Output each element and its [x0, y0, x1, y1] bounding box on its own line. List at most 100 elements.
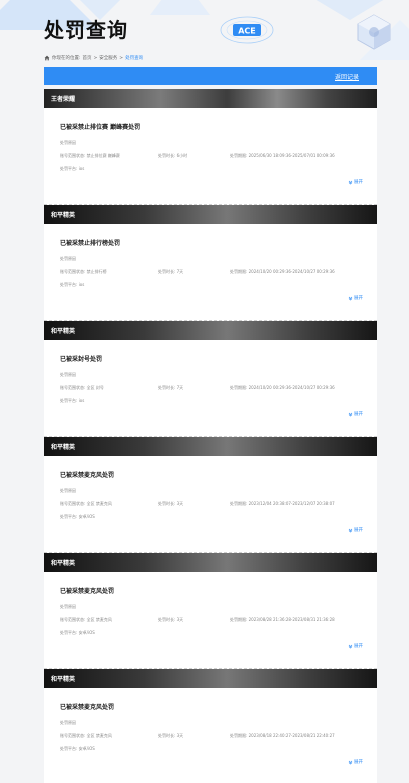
period-value: 2024/10/20 00:29:36-2024/10/27 00:29:36 — [248, 269, 335, 274]
platform-label: 处罚平台: — [60, 398, 78, 403]
chevron-down-icon — [348, 180, 353, 184]
platform-value: ios — [78, 398, 85, 403]
period-value: 2023/12/04 20:38:07-2023/12/07 20:38:07 — [248, 501, 335, 506]
punishment-reason-label: 处罚原因 — [60, 604, 76, 609]
platform: 处罚平台: ios — [60, 166, 84, 172]
period-value: 2025/06/30 18:09:36-2025/07/01 00:09:36 — [248, 153, 335, 158]
home-icon — [44, 55, 50, 61]
breadcrumb-separator: > — [119, 55, 124, 61]
platform: 处罚平台: 安卓/iOS — [60, 514, 95, 520]
account-scope: 账号范围状态: 全区 禁麦克风 — [60, 617, 112, 623]
account-scope: 账号范围状态: 禁止排行榜 — [60, 269, 107, 275]
punishment-title: 已被采禁止排位赛 巅峰赛处罚 — [60, 124, 141, 131]
period-label: 处罚期限: — [230, 733, 248, 738]
card-body: 已被采禁麦克风处罚 处罚原因 账号范围状态: 全区 禁麦克风 处罚时长: 3天 … — [44, 688, 377, 783]
punishment-card: 和平精英 已被采禁麦克风处罚 处罚原因 账号范围状态: 全区 禁麦克风 处罚时长… — [44, 553, 377, 669]
expand-button[interactable]: 展开 — [348, 411, 363, 417]
period: 处罚期限: 2025/06/30 18:09:36-2025/07/01 00:… — [230, 153, 335, 159]
game-banner: 王者荣耀 — [44, 89, 377, 108]
expand-button[interactable]: 展开 — [348, 759, 363, 765]
breadcrumb-current: 处罚查询 — [125, 56, 144, 61]
game-name: 和平精英 — [51, 560, 76, 567]
game-name: 和平精英 — [51, 676, 76, 683]
game-name: 王者荣耀 — [51, 96, 76, 103]
card-body: 已被采禁止排行榜处罚 处罚原因 账号范围状态: 禁止排行榜 处罚时长: 7天 处… — [44, 224, 377, 321]
expand[interactable]: 展开 — [354, 411, 363, 417]
duration-label: 处罚时长: — [158, 385, 176, 390]
game-banner: 和平精英 — [44, 205, 377, 224]
account-value: 全区 封号 — [86, 385, 104, 390]
breadcrumb: 你现在的位置: 首页 > 安全服务 > 处罚查询 — [44, 55, 143, 61]
period-value: 2023/08/18 22:40:27-2023/08/21 22:40:27 — [248, 733, 335, 738]
expand[interactable]: 展开 — [354, 527, 363, 533]
duration-label: 处罚时长: — [158, 269, 176, 274]
period: 处罚期限: 2024/10/20 00:29:36-2024/10/27 00:… — [230, 269, 335, 275]
platform-label: 处罚平台: — [60, 282, 78, 287]
expand[interactable]: 展开 — [354, 643, 363, 649]
punishment-card: 和平精英 已被采禁麦克风处罚 处罚原因 账号范围状态: 全区 禁麦克风 处罚时长… — [44, 437, 377, 553]
game-name: 和平精英 — [51, 328, 76, 335]
breadcrumb-home[interactable]: 首页 — [83, 55, 92, 61]
account-value: 禁止排位赛 巅峰赛 — [86, 153, 120, 158]
duration: 处罚时长: 6小时 — [158, 153, 187, 159]
duration-label: 处罚时长: — [158, 501, 176, 506]
account-label: 账号范围状态: — [60, 385, 86, 390]
duration: 处罚时长: 7天 — [158, 385, 183, 391]
expand-button[interactable]: 展开 — [348, 643, 363, 649]
expand[interactable]: 展开 — [354, 759, 363, 765]
duration-value: 7天 — [176, 385, 184, 390]
period: 处罚期限: 2023/08/28 21:36:28-2023/08/31 21:… — [230, 617, 335, 623]
punishment-card: 和平精英 已被采禁麦克风处罚 处罚原因 账号范围状态: 全区 禁麦克风 处罚时长… — [44, 669, 377, 783]
punishment-card: 王者荣耀 已被采禁止排位赛 巅峰赛处罚 处罚原因 账号范围状态: 禁止排位赛 巅… — [44, 89, 377, 205]
back-link[interactable]: 返回记录 — [335, 72, 359, 81]
punishment-title: 已被采禁止排行榜处罚 — [60, 240, 121, 247]
expand-button[interactable]: 展开 — [348, 295, 363, 301]
punishment-reason-label: 处罚原因 — [60, 720, 76, 725]
game-banner: 和平精英 — [44, 669, 377, 688]
platform: 处罚平台: ios — [60, 398, 84, 404]
period: 处罚期限: 2024/10/20 00:29:36-2024/10/27 00:… — [230, 385, 335, 391]
chevron-down-icon — [348, 296, 353, 300]
platform: 处罚平台: ios — [60, 282, 84, 288]
chevron-down-icon — [348, 412, 353, 416]
platform-value: 安卓/iOS — [78, 746, 95, 751]
expand[interactable]: 展开 — [354, 179, 363, 185]
toolbar-bar: 返回记录 — [44, 67, 377, 85]
chevron-down-icon — [348, 760, 353, 764]
expand[interactable]: 展开 — [354, 295, 363, 301]
period-label: 处罚期限: — [230, 269, 248, 274]
account-value: 全区 禁麦克风 — [86, 501, 112, 506]
punishment-reason-label: 处罚原因 — [60, 488, 76, 493]
punishment-title: 已被采禁麦克风处罚 — [60, 472, 115, 479]
account-scope: 账号范围状态: 禁止排位赛 巅峰赛 — [60, 153, 120, 159]
platform-label: 处罚平台: — [60, 514, 78, 519]
chevron-down-icon — [348, 528, 353, 532]
game-banner: 和平精英 — [44, 321, 377, 340]
game-name: 和平精英 — [51, 212, 76, 219]
expand-button[interactable]: 展开 — [348, 179, 363, 185]
platform: 处罚平台: 安卓/iOS — [60, 630, 95, 636]
chevron-down-icon — [348, 644, 353, 648]
punishment-title: 已被采禁麦克风处罚 — [60, 588, 115, 595]
duration: 处罚时长: 3天 — [158, 617, 183, 623]
account-scope: 账号范围状态: 全区 禁麦克风 — [60, 501, 112, 507]
page: 处罚查询 ACE 你现在的位置: 首页 > 安全服务 > 处罚查询 返回记录 王… — [0, 0, 409, 783]
punishment-card: 和平精英 已被采禁止排行榜处罚 处罚原因 账号范围状态: 禁止排行榜 处罚时长:… — [44, 205, 377, 321]
breadcrumb-section[interactable]: 安全服务 — [99, 55, 117, 61]
card-body: 已被采封号处罚 处罚原因 账号范围状态: 全区 封号 处罚时长: 7天 处罚期限… — [44, 340, 377, 437]
account-label: 账号范围状态: — [60, 617, 86, 622]
duration: 处罚时长: 3天 — [158, 733, 183, 739]
expand-button[interactable]: 展开 — [348, 527, 363, 533]
period-value: 2024/10/20 00:29:36-2024/10/27 00:29:36 — [248, 385, 335, 390]
account-label: 账号范围状态: — [60, 501, 86, 506]
platform-value: ios — [78, 166, 85, 171]
breadcrumb-prefix: 你现在的位置: — [52, 56, 81, 61]
period: 处罚期限: 2023/08/18 22:40:27-2023/08/21 22:… — [230, 733, 335, 739]
account-label: 账号范围状态: — [60, 153, 86, 158]
account-label: 账号范围状态: — [60, 269, 86, 274]
platform-value: ios — [78, 282, 85, 287]
card-body: 已被采禁止排位赛 巅峰赛处罚 处罚原因 账号范围状态: 禁止排位赛 巅峰赛 处罚… — [44, 108, 377, 205]
punishment-reason-label: 处罚原因 — [60, 372, 76, 377]
duration-value: 3天 — [176, 733, 184, 738]
duration-label: 处罚时长: — [158, 733, 176, 738]
